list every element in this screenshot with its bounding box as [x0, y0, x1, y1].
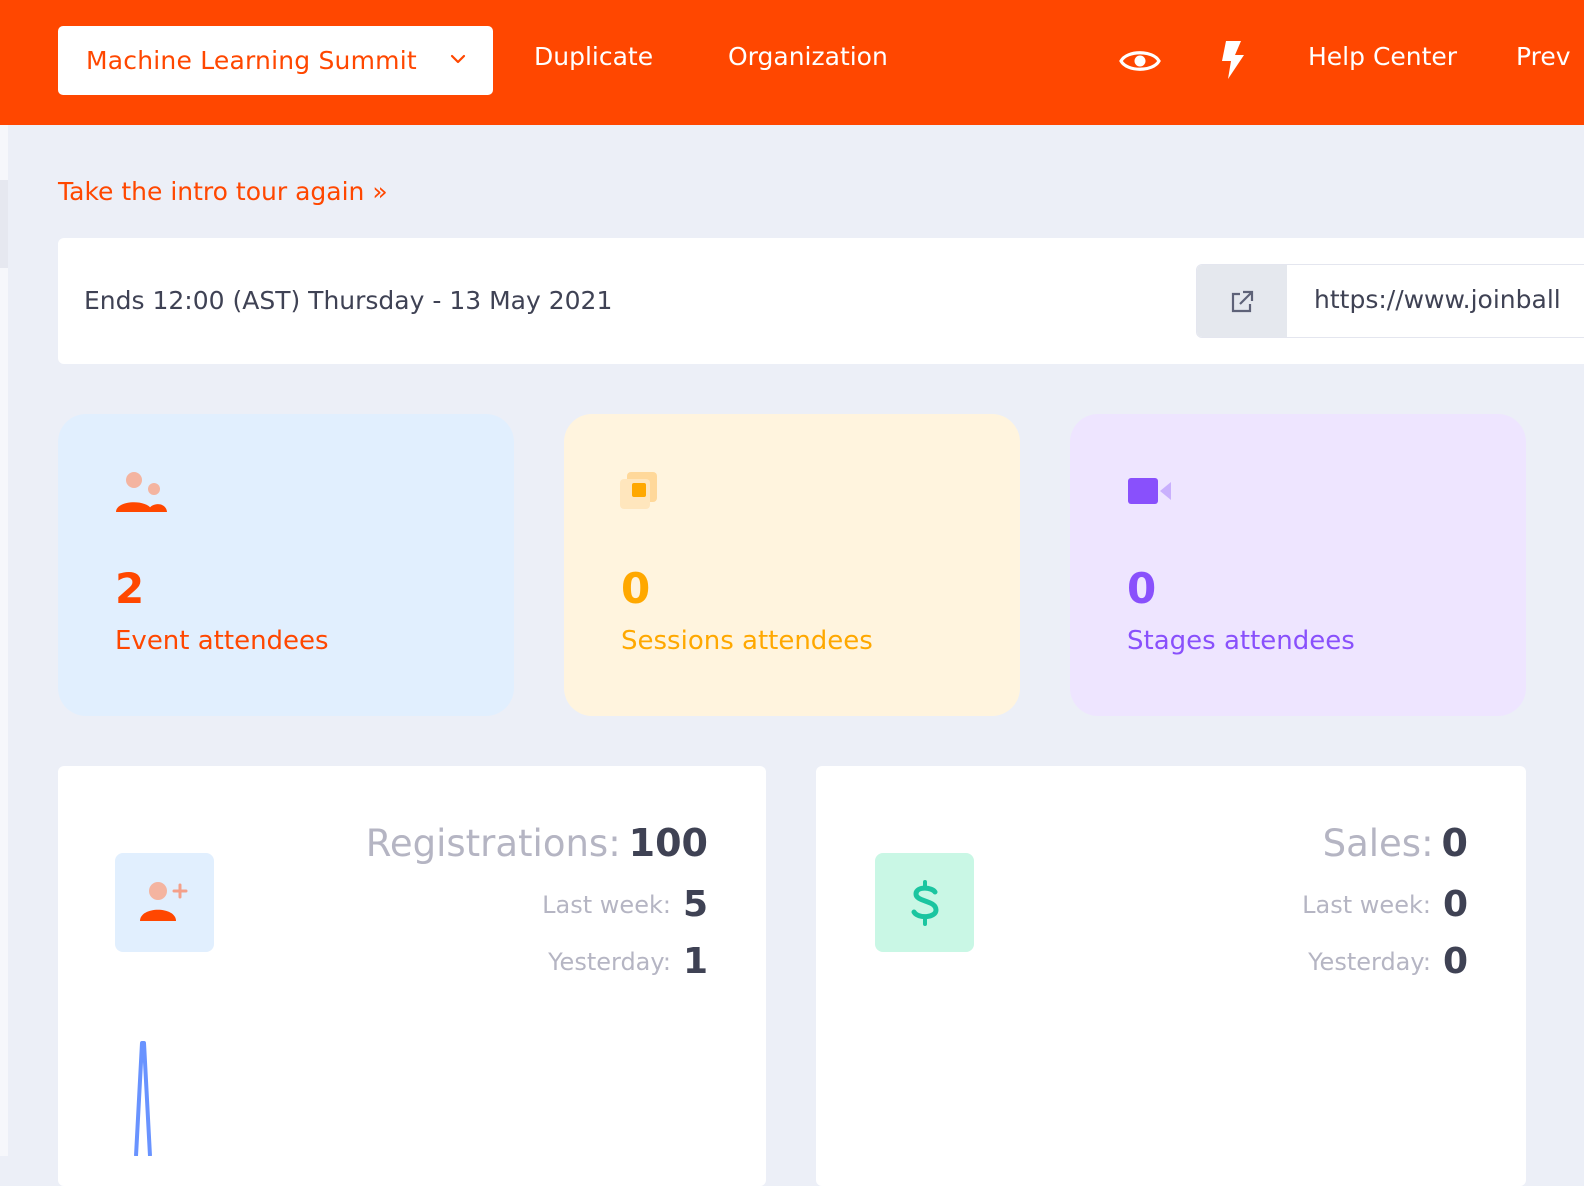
users-icon	[116, 472, 167, 512]
chevron-down-icon	[450, 54, 466, 64]
sidebar-edge-block	[0, 180, 8, 268]
sales-last-week: 0	[1442, 884, 1468, 925]
sessions-attendees-card[interactable]: 0 Sessions attendees	[564, 414, 1020, 716]
last-week-label: Last week:	[1302, 891, 1431, 919]
stages-attendees-card[interactable]: 0 Stages attendees	[1070, 414, 1526, 716]
stages-attendees-label: Stages attendees	[1127, 626, 1355, 656]
sales-total-row: Sales: 0	[1323, 821, 1468, 865]
intro-tour-link[interactable]: Take the intro tour again »	[58, 177, 388, 206]
video-camera-icon	[1128, 478, 1171, 504]
sales-title: Sales:	[1322, 822, 1434, 865]
organization-link[interactable]: Organization	[728, 42, 888, 71]
event-attendees-label: Event attendees	[115, 626, 329, 656]
eye-icon[interactable]	[1119, 44, 1161, 78]
event-selector-label: Machine Learning Summit	[86, 46, 417, 75]
event-attendees-card[interactable]: 2 Event attendees	[58, 414, 514, 716]
sales-yesterday: 0	[1442, 941, 1468, 982]
duplicate-link[interactable]: Duplicate	[534, 42, 653, 71]
event-url-field[interactable]: https://www.joinball	[1196, 264, 1584, 338]
event-selector-dropdown[interactable]: Machine Learning Summit	[58, 26, 493, 95]
sales-panel: Sales: 0 Last week: 0 Yesterday: 0	[816, 766, 1526, 1186]
sales-last-week-row: Last week: 0	[1302, 884, 1468, 925]
sessions-attendees-count: 0	[621, 564, 651, 613]
registrations-sparkline	[134, 1041, 152, 1156]
sales-total: 0	[1441, 821, 1468, 865]
sidebar-edge	[0, 125, 8, 1156]
event-info-card: Ends 12:00 (AST) Thursday - 13 May 2021 …	[58, 238, 1584, 364]
registrations-panel: Registrations: 100 Last week: 5 Yesterday:…	[58, 766, 766, 1186]
dollar-icon	[911, 879, 939, 926]
external-link-icon	[1231, 290, 1254, 313]
event-end-time: Ends 12:00 (AST) Thursday - 13 May 2021	[84, 286, 613, 315]
dollar-icon-box	[875, 853, 974, 952]
layers-icon	[620, 472, 657, 509]
sales-yesterday-row: Yesterday: 0	[1308, 941, 1468, 982]
stages-attendees-count: 0	[1127, 564, 1157, 613]
preview-link[interactable]: Prev	[1516, 42, 1571, 71]
event-attendees-count: 2	[115, 564, 145, 613]
sessions-attendees-label: Sessions attendees	[621, 626, 873, 656]
event-url-text: https://www.joinball	[1314, 285, 1561, 314]
top-navbar: Machine Learning Summit Duplicate Organi…	[0, 0, 1584, 125]
yesterday-label: Yesterday:	[1308, 948, 1431, 976]
lightning-icon[interactable]	[1220, 40, 1246, 80]
help-center-link[interactable]: Help Center	[1308, 42, 1457, 71]
open-url-button[interactable]	[1197, 265, 1287, 337]
